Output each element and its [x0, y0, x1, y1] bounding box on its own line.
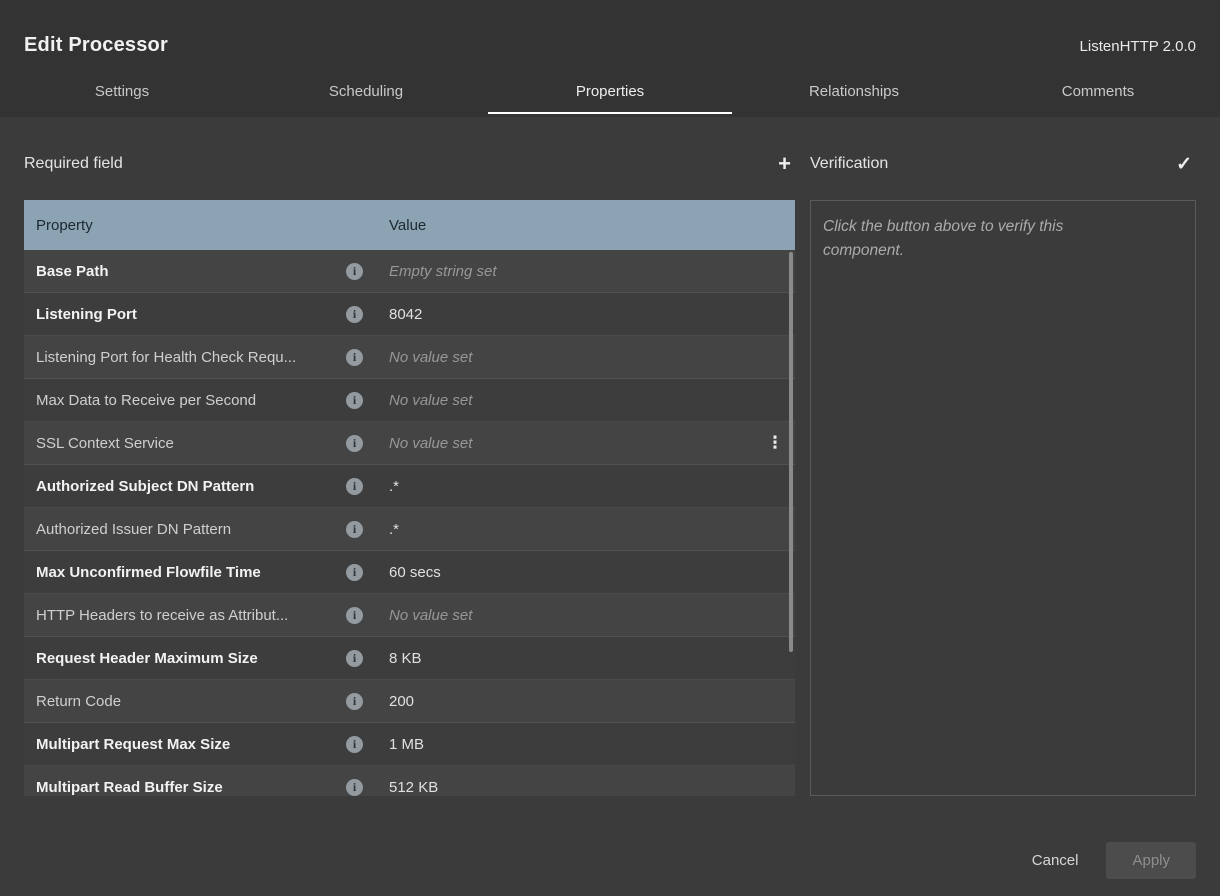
table-row[interactable]: Authorized Issuer DN Patterni .*: [24, 508, 795, 551]
table-row[interactable]: Multipart Read Buffer Sizei 512 KB: [24, 766, 795, 796]
property-value: 8 KB: [376, 650, 755, 667]
property-name: Listening Port: [36, 306, 346, 323]
table-body: Base PathiEmpty string setListening Port…: [24, 250, 795, 796]
dialog-footer: Cancel Apply: [0, 842, 1220, 879]
apply-button[interactable]: Apply: [1106, 842, 1196, 879]
property-name: Authorized Issuer DN Pattern: [36, 521, 346, 538]
property-value: No value set: [376, 349, 755, 366]
info-icon[interactable]: i: [346, 435, 363, 452]
property-value: .*: [376, 478, 755, 495]
verification-message: Click the button above to verify this co…: [823, 215, 1143, 263]
required-field-label: Required field: [24, 155, 123, 173]
property-name: Request Header Maximum Size: [36, 650, 346, 667]
plus-icon: +: [778, 151, 791, 176]
property-name: Listening Port for Health Check Requ...: [36, 349, 346, 366]
table-row[interactable]: Max Data to Receive per Secondi No value …: [24, 379, 795, 422]
verification-panel-section: Verification ✓ Click the button above to…: [810, 152, 1196, 796]
property-name: SSL Context Service: [36, 435, 346, 452]
property-name: Base Path: [36, 263, 346, 280]
tab-properties[interactable]: Properties: [488, 72, 732, 114]
column-header-property: Property: [36, 217, 346, 234]
property-name: Return Code: [36, 693, 346, 710]
property-name: HTTP Headers to receive as Attribut...: [36, 607, 346, 624]
tab-bar: SettingsSchedulingPropertiesRelationship…: [0, 72, 1220, 114]
verification-panel: Click the button above to verify this co…: [810, 200, 1196, 796]
property-value: 512 KB: [376, 779, 755, 796]
info-icon[interactable]: i: [346, 779, 363, 796]
tab-comments[interactable]: Comments: [976, 72, 1220, 114]
info-icon[interactable]: i: [346, 263, 363, 280]
table-row[interactable]: HTTP Headers to receive as Attribut...iN…: [24, 594, 795, 637]
verify-button[interactable]: ✓: [1172, 155, 1196, 174]
column-header-value: Value: [376, 217, 755, 234]
property-name: Authorized Subject DN Pattern: [36, 478, 346, 495]
table-scrollbar[interactable]: [789, 252, 793, 652]
property-name: Max Unconfirmed Flowfile Time: [36, 564, 346, 581]
tab-scheduling[interactable]: Scheduling: [244, 72, 488, 114]
properties-table: Property Value Base PathiEmpty string se…: [24, 200, 795, 796]
info-icon[interactable]: i: [346, 650, 363, 667]
property-value: 1 MB: [376, 736, 755, 753]
property-value: 60 secs: [376, 564, 755, 581]
table-row[interactable]: Max Unconfirmed Flowfile Timei 60 secs: [24, 551, 795, 594]
info-icon[interactable]: i: [346, 392, 363, 409]
processor-version: ListenHTTP 2.0.0: [1080, 38, 1196, 55]
property-value: 200: [376, 693, 755, 710]
info-icon[interactable]: i: [346, 564, 363, 581]
table-row[interactable]: Base Pathi Empty string set: [24, 250, 795, 293]
property-value: .*: [376, 521, 755, 538]
info-icon[interactable]: i: [346, 736, 363, 753]
property-name: Multipart Request Max Size: [36, 736, 346, 753]
info-icon[interactable]: i: [346, 478, 363, 495]
check-icon: ✓: [1176, 154, 1192, 175]
table-row[interactable]: Listening Port for Health Check Requ...i…: [24, 336, 795, 379]
add-property-button[interactable]: +: [774, 153, 795, 175]
property-value: No value set: [376, 435, 755, 452]
table-row[interactable]: Return Codei 200: [24, 680, 795, 723]
dialog-header: Edit Processor ListenHTTP 2.0.0 Settings…: [0, 0, 1220, 117]
info-icon[interactable]: i: [346, 521, 363, 538]
property-value: Empty string set: [376, 263, 755, 280]
property-value: 8042: [376, 306, 755, 323]
info-icon[interactable]: i: [346, 693, 363, 710]
page-title: Edit Processor: [24, 34, 168, 57]
property-name: Max Data to Receive per Second: [36, 392, 346, 409]
verification-label: Verification: [810, 155, 888, 173]
table-row[interactable]: Listening Porti 8042: [24, 293, 795, 336]
table-row[interactable]: Request Header Maximum Sizei 8 KB: [24, 637, 795, 680]
info-icon[interactable]: i: [346, 607, 363, 624]
property-name: Multipart Read Buffer Size: [36, 779, 346, 796]
more-options-icon[interactable]: ⋮: [767, 433, 784, 452]
tab-relationships[interactable]: Relationships: [732, 72, 976, 114]
info-icon[interactable]: i: [346, 306, 363, 323]
table-row[interactable]: Multipart Request Max Sizei 1 MB: [24, 723, 795, 766]
table-row[interactable]: SSL Context Servicei No value set ⋮: [24, 422, 795, 465]
dialog-body: Required field + Property Value Base Pat…: [0, 152, 1220, 796]
property-value: No value set: [376, 607, 755, 624]
info-icon[interactable]: i: [346, 349, 363, 366]
table-header-row: Property Value: [24, 200, 795, 250]
property-value: No value set: [376, 392, 755, 409]
cancel-button[interactable]: Cancel: [1032, 852, 1079, 869]
properties-panel: Required field + Property Value Base Pat…: [24, 152, 795, 796]
edit-processor-dialog: Edit Processor ListenHTTP 2.0.0 Settings…: [0, 0, 1220, 879]
table-row[interactable]: Authorized Subject DN Patterni .*: [24, 465, 795, 508]
tab-settings[interactable]: Settings: [0, 72, 244, 114]
